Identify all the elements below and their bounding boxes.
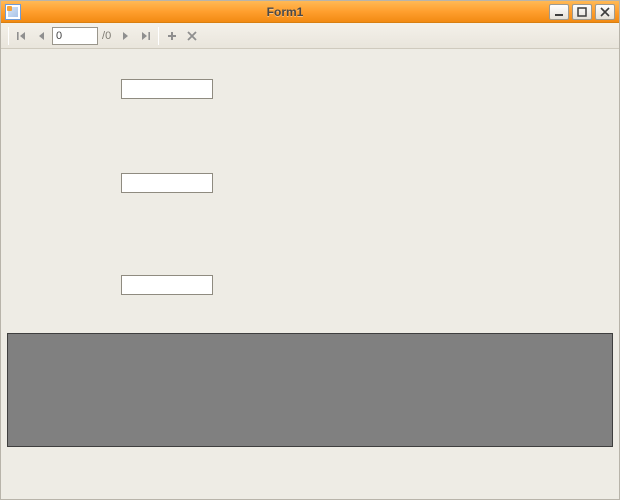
client-area: [1, 49, 619, 499]
titlebar: Form1: [1, 1, 619, 23]
close-button[interactable]: [595, 4, 615, 20]
move-last-icon: [139, 30, 151, 42]
app-icon: [5, 4, 21, 20]
separator: [8, 27, 9, 45]
datagrid[interactable]: [7, 333, 613, 447]
maximize-button[interactable]: [572, 4, 592, 20]
close-icon: [600, 7, 610, 17]
add-new-button[interactable]: [162, 26, 182, 46]
count-label: 0: [105, 30, 111, 42]
textbox-1[interactable]: [121, 79, 213, 99]
move-next-button[interactable]: [115, 26, 135, 46]
textbox-3[interactable]: [121, 275, 213, 295]
separator: [158, 27, 159, 45]
move-first-button[interactable]: [12, 26, 32, 46]
plus-icon: [166, 30, 178, 42]
minimize-button[interactable]: [549, 4, 569, 20]
minimize-icon: [554, 7, 564, 17]
move-previous-button[interactable]: [32, 26, 52, 46]
delete-icon: [186, 30, 198, 42]
position-input[interactable]: [52, 27, 98, 45]
move-first-icon: [16, 30, 28, 42]
binding-navigator: / 0: [1, 23, 619, 49]
delete-button[interactable]: [182, 26, 202, 46]
move-previous-icon: [36, 30, 48, 42]
window-title: Form1: [21, 5, 549, 19]
textbox-2[interactable]: [121, 173, 213, 193]
maximize-icon: [577, 7, 587, 17]
move-last-button[interactable]: [135, 26, 155, 46]
window-frame: Form1 / 0: [0, 0, 620, 500]
window-controls: [549, 4, 619, 20]
move-next-icon: [119, 30, 131, 42]
